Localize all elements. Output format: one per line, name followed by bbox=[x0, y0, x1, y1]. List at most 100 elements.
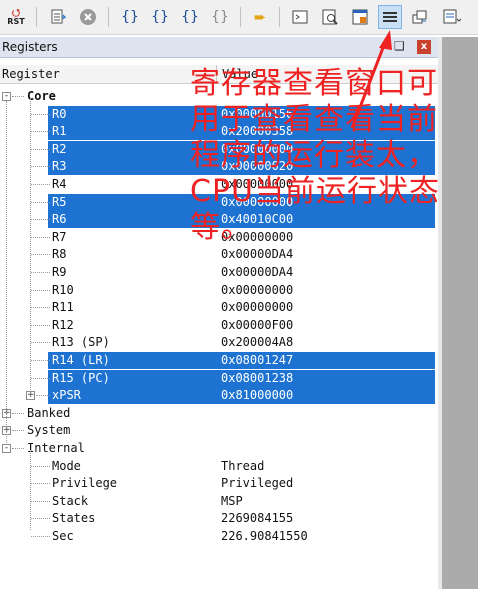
register-name: R9 bbox=[52, 265, 67, 279]
register-name: States bbox=[52, 511, 96, 526]
show-next-statement-icon: ➨ bbox=[253, 8, 267, 26]
register-value[interactable]: 0x00000DA4 bbox=[221, 265, 293, 279]
register-value[interactable]: MSP bbox=[221, 494, 243, 508]
register-name: System bbox=[27, 423, 71, 438]
tree-connector bbox=[31, 254, 50, 256]
symbols-window-button[interactable] bbox=[348, 5, 372, 29]
stop-icon bbox=[80, 9, 96, 25]
register-value[interactable]: 0x200004A8 bbox=[221, 335, 293, 349]
watch-window-icon bbox=[443, 9, 461, 24]
register-name: R14 (LR) bbox=[52, 353, 110, 367]
annotation-text: 寄存器查看窗口可用于查看查看当前程序的运行装太，CPU当前运行状态等。 bbox=[190, 66, 440, 245]
tree-connector bbox=[31, 289, 50, 291]
register-name: R3 bbox=[52, 159, 67, 174]
register-value[interactable]: 0x00000DA4 bbox=[221, 247, 293, 261]
register-row[interactable]: R14 (LR) 0x08001247 bbox=[0, 352, 438, 369]
register-value[interactable]: 2269084155 bbox=[221, 511, 293, 525]
step-out-button[interactable]: {} bbox=[178, 5, 202, 29]
tree-guide bbox=[30, 97, 31, 396]
register-name: R10 bbox=[52, 282, 74, 297]
tree-node-system[interactable]: + System bbox=[0, 422, 438, 439]
register-value[interactable]: Privileged bbox=[221, 476, 293, 490]
collapse-icon[interactable]: - bbox=[2, 92, 11, 101]
register-row[interactable]: R10 0x00000000 bbox=[0, 282, 438, 299]
register-name: Internal bbox=[27, 441, 85, 455]
register-name: xPSR bbox=[52, 388, 81, 403]
tree-connector bbox=[31, 148, 50, 150]
watch-window-button[interactable] bbox=[440, 5, 464, 29]
tree-connector bbox=[31, 272, 50, 273]
register-name: R8 bbox=[52, 247, 67, 262]
step-over-brace-button[interactable]: {} bbox=[148, 5, 172, 29]
tree-connector bbox=[31, 113, 50, 115]
disassembly-window-button[interactable] bbox=[318, 5, 342, 29]
close-icon[interactable]: x bbox=[417, 40, 431, 54]
register-row[interactable]: R15 (PC) 0x08001238 bbox=[0, 369, 438, 387]
tree-connector bbox=[31, 536, 50, 537]
internal-row[interactable]: Sec 226.90841550 bbox=[0, 528, 438, 545]
tree-connector bbox=[31, 377, 50, 379]
reset-icon: ⭯ RST bbox=[7, 7, 25, 26]
reset-button[interactable]: ⭯ RST bbox=[4, 5, 28, 29]
tree-connector bbox=[36, 395, 50, 397]
internal-row[interactable]: Mode Thread bbox=[0, 458, 438, 475]
show-next-statement-button[interactable]: ➨ bbox=[248, 5, 272, 29]
tree-connector bbox=[31, 500, 50, 502]
tree-node-internal[interactable]: - Internal bbox=[0, 440, 438, 457]
tree-connector bbox=[31, 483, 50, 485]
tree-node-banked[interactable]: + Banked bbox=[0, 405, 438, 422]
call-stack-window-icon bbox=[412, 10, 427, 24]
register-row[interactable]: R9 0x00000DA4 bbox=[0, 264, 438, 281]
register-value[interactable]: 226.90841550 bbox=[221, 529, 308, 543]
register-name: R4 bbox=[52, 177, 67, 191]
internal-row[interactable]: States 2269084155 bbox=[0, 510, 438, 527]
register-row[interactable]: R13 (SP) 0x200004A8 bbox=[0, 334, 438, 351]
toolbar-separator bbox=[240, 7, 241, 27]
step-over-brace-icon: {} bbox=[151, 9, 169, 25]
tree-connector bbox=[12, 430, 24, 432]
toolbar-separator bbox=[279, 7, 280, 27]
register-value[interactable]: 0x08001238 bbox=[221, 371, 293, 385]
command-window-button[interactable] bbox=[288, 5, 312, 29]
register-row[interactable]: R12 0x00000F00 bbox=[0, 317, 438, 334]
registers-panel-titlebar: Registers ❑ x bbox=[0, 37, 438, 58]
register-value[interactable]: 0x00000000 bbox=[221, 300, 293, 314]
column-register-header[interactable]: Register bbox=[2, 67, 60, 81]
tree-connector bbox=[31, 324, 50, 326]
register-name: R13 (SP) bbox=[52, 335, 110, 350]
register-name: Core bbox=[27, 89, 56, 103]
step-over-button[interactable] bbox=[46, 5, 70, 29]
register-row[interactable]: R11 0x00000000 bbox=[0, 299, 438, 316]
register-name: R7 bbox=[52, 229, 67, 244]
register-name: Mode bbox=[52, 458, 81, 473]
tree-connector bbox=[31, 219, 50, 221]
tree-connector bbox=[31, 342, 50, 344]
symbols-window-icon bbox=[352, 9, 368, 25]
stop-button[interactable] bbox=[76, 5, 100, 29]
register-row[interactable]: + xPSR 0x81000000 bbox=[0, 387, 438, 405]
registers-window-button[interactable] bbox=[378, 5, 402, 29]
internal-row[interactable]: Privilege Privileged bbox=[0, 475, 438, 492]
tree-guide bbox=[6, 101, 7, 445]
register-name: Privilege bbox=[52, 476, 118, 491]
register-value[interactable]: 0x00000F00 bbox=[221, 318, 293, 332]
tree-guide bbox=[30, 449, 31, 530]
run-to-cursor-button[interactable]: {} bbox=[208, 5, 232, 29]
register-value[interactable]: 0x81000000 bbox=[221, 388, 293, 402]
tree-connector bbox=[31, 236, 50, 238]
register-name: R15 (PC) bbox=[52, 370, 110, 385]
register-name: Banked bbox=[27, 405, 71, 420]
register-value[interactable]: Thread bbox=[221, 459, 264, 473]
debug-toolbar: ⭯ RST {} {} {} {} ➨ bbox=[0, 0, 478, 35]
collapse-icon[interactable]: - bbox=[2, 444, 11, 453]
register-row[interactable]: R8 0x00000DA4 bbox=[0, 246, 438, 263]
internal-row[interactable]: Stack MSP bbox=[0, 493, 438, 510]
tree-connector bbox=[31, 307, 50, 309]
call-stack-window-button[interactable] bbox=[408, 5, 432, 29]
tree-connector bbox=[12, 412, 24, 414]
pin-icon[interactable]: ❑ bbox=[394, 39, 405, 53]
step-into-button[interactable]: {} bbox=[118, 5, 142, 29]
register-value[interactable]: 0x00000000 bbox=[221, 283, 293, 297]
register-value[interactable]: 0x08001247 bbox=[221, 353, 293, 367]
tree-connector bbox=[31, 465, 50, 467]
